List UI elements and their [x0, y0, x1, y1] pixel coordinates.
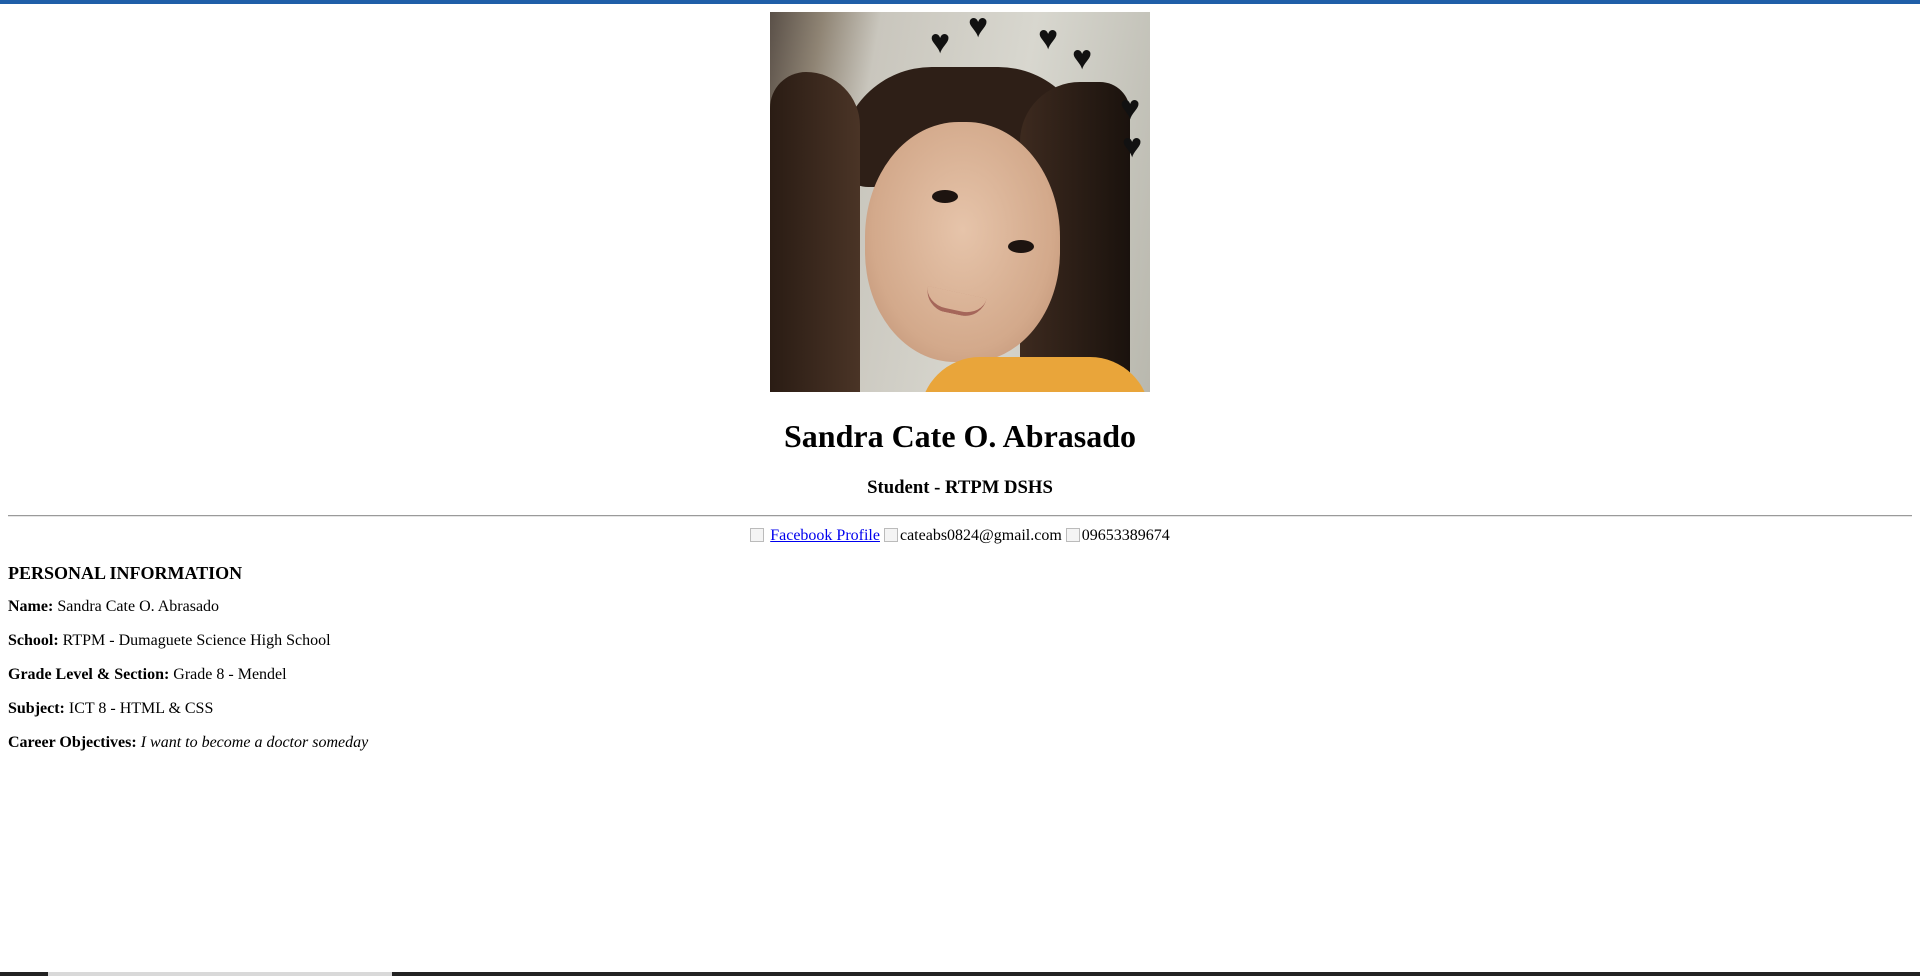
profile-name: Sandra Cate O. Abrasado [783, 418, 1137, 454]
heart-icon: ♥ [1072, 40, 1093, 77]
taskbar-strip [0, 972, 1920, 976]
personal-info-list: Name: Sandra Cate O. Abrasado School: RT… [8, 596, 1912, 753]
info-row-career-objectives: Career Objectives: I want to become a do… [8, 734, 369, 751]
resume-page: ♥ ♥ ♥ ♥ ♥ ♥ Sandra Cate O. Abrasado Stud… [8, 12, 1912, 753]
email-icon [883, 528, 898, 542]
taskbar-active-segment [48, 972, 392, 976]
heart-icon: ♥ [968, 12, 989, 45]
info-row-subject: Subject: ICT 8 - HTML & CSS [8, 700, 214, 717]
email-text: cateabs0824@gmail.com [899, 527, 1062, 544]
personal-info-heading: PERSONAL INFORMATION [8, 563, 243, 583]
info-row-name: Name: Sandra Cate O. Abrasado [8, 598, 220, 615]
phone-icon [1065, 528, 1080, 542]
phone-text: 09653389674 [1081, 527, 1170, 544]
info-row-grade-section: Grade Level & Section: Grade 8 - Mendel [8, 666, 287, 683]
info-row-school: School: RTPM - Dumaguete Science High Sc… [8, 632, 331, 649]
heart-icon: ♥ [930, 24, 951, 61]
profile-photo: ♥ ♥ ♥ ♥ ♥ ♥ [770, 12, 1150, 392]
section-divider [8, 515, 1912, 517]
heart-icon: ♥ [1038, 20, 1059, 57]
heart-icon: ♥ [1120, 90, 1141, 127]
profile-role: Student - RTPM DSHS [867, 477, 1053, 498]
heart-icon: ♥ [1122, 128, 1143, 165]
facebook-profile-link[interactable]: Facebook Profile [770, 527, 880, 544]
facebook-icon [750, 528, 765, 542]
browser-top-accent-bar [0, 0, 1920, 4]
profile-header: ♥ ♥ ♥ ♥ ♥ ♥ Sandra Cate O. Abrasado Stud… [8, 12, 1912, 499]
contact-links: Facebook Profile cateabs0824@gmail.com 0… [8, 526, 1912, 546]
